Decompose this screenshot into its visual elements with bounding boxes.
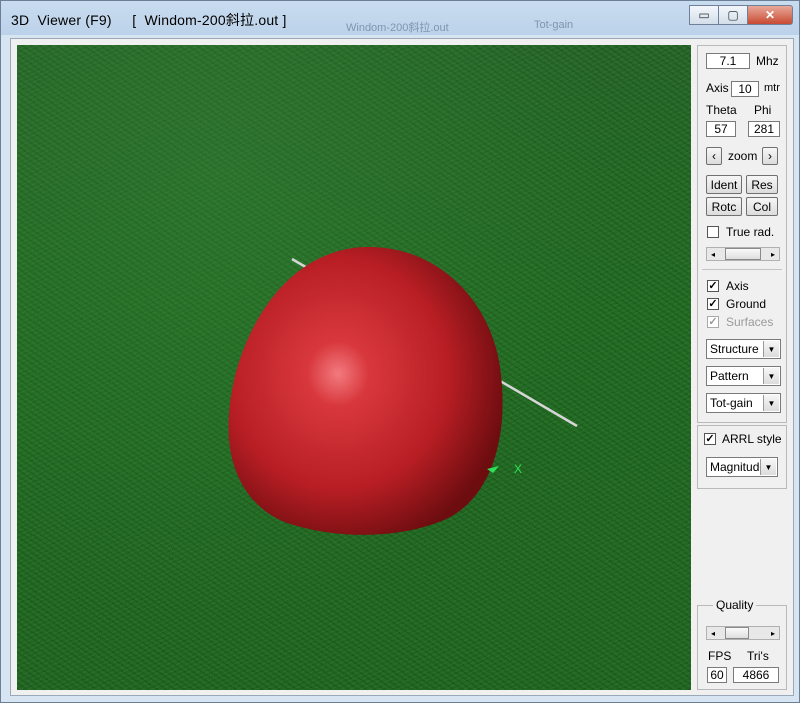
arrl-group: ✓ ARRL style Magnitude ▼ — [697, 425, 787, 489]
3d-scene: X — [17, 45, 691, 690]
scroll-right-icon[interactable]: ▸ — [767, 627, 779, 639]
true-rad-label: True rad. — [726, 225, 775, 239]
true-rad-checkbox[interactable] — [707, 226, 719, 238]
totgain-dropdown[interactable]: Tot-gain ▼ — [706, 393, 781, 413]
ground-check-label: Ground — [726, 297, 767, 311]
quality-slider[interactable]: ◂ ▸ — [706, 626, 780, 640]
quality-label: Quality — [713, 598, 757, 612]
structure-dropdown-value: Structure — [710, 342, 759, 356]
ident-button[interactable]: Ident — [706, 175, 742, 194]
arrl-style-label: ARRL style — [722, 432, 782, 446]
theta-label: Theta — [706, 103, 737, 117]
maximize-icon: ▢ — [727, 8, 739, 22]
phi-input[interactable]: 281 — [748, 121, 780, 137]
chevron-down-icon[interactable]: ▼ — [760, 459, 776, 475]
zoom-label: zoom — [728, 149, 758, 163]
axis-x-label: X — [514, 462, 522, 476]
zoom-in-button[interactable]: › — [762, 147, 778, 165]
background-window-title-2: Tot-gain — [534, 19, 574, 31]
quality-slider-thumb[interactable] — [725, 627, 749, 639]
res-button[interactable]: Res — [746, 175, 778, 194]
axis-checkbox[interactable]: ✓ — [707, 280, 719, 292]
view-settings-group: 7.1 Mhz Axis 10 mtr Theta Phi 57 281 ‹ z… — [697, 45, 787, 423]
magnitude-dropdown-value: Magnitude — [710, 460, 767, 474]
minimize-button[interactable]: ▭ — [689, 5, 719, 25]
theta-input[interactable]: 57 — [706, 121, 736, 137]
surfaces-checkbox[interactable]: ✓ — [707, 316, 719, 328]
viewer-window: 3D Viewer (F9) [ Windom-200斜拉.out ] Wind… — [0, 0, 800, 703]
chevron-down-icon[interactable]: ▼ — [763, 395, 779, 411]
scroll-right-icon[interactable]: ▸ — [767, 248, 779, 260]
scroll-left-icon[interactable]: ◂ — [707, 627, 719, 639]
col-button[interactable]: Col — [746, 197, 778, 216]
chevron-down-icon[interactable]: ▼ — [763, 341, 779, 357]
surfaces-check-label: Surfaces — [726, 315, 774, 329]
pattern-dropdown-value: Pattern — [710, 369, 749, 383]
divider — [702, 269, 782, 270]
3d-viewport[interactable]: X — [17, 45, 691, 690]
totgain-dropdown-value: Tot-gain — [710, 396, 753, 410]
axis-length-label: Axis — [706, 81, 729, 95]
tris-value: 4866 — [733, 667, 779, 683]
phi-label: Phi — [754, 103, 772, 117]
true-rad-scrollbar[interactable]: ◂ ▸ — [706, 247, 780, 261]
chevron-right-icon: › — [768, 149, 772, 163]
structure-dropdown[interactable]: Structure ▼ — [706, 339, 781, 359]
arrl-style-checkbox[interactable]: ✓ — [704, 433, 716, 445]
fps-value: 60 — [707, 667, 727, 683]
axis-length-input[interactable]: 10 — [731, 81, 759, 97]
frequency-input[interactable]: 7.1 — [706, 53, 750, 69]
ground-checkbox[interactable]: ✓ — [707, 298, 719, 310]
axis-check-label: Axis — [726, 279, 749, 293]
client-area: X 7.1 Mhz Axis 10 mtr Theta Phi 57 281 ‹… — [10, 38, 794, 696]
chevron-down-icon[interactable]: ▼ — [763, 368, 779, 384]
frequency-unit: Mhz — [756, 54, 779, 68]
background-window-title: Windom-200斜拉.out — [346, 22, 449, 34]
title-bar[interactable]: 3D Viewer (F9) [ Windom-200斜拉.out ] Wind… — [1, 1, 799, 37]
axis-length-unit: mtr — [764, 82, 780, 94]
fps-label: FPS — [708, 649, 732, 663]
tris-label: Tri's — [747, 649, 769, 663]
minimize-icon: ▭ — [698, 8, 710, 22]
scroll-left-icon[interactable]: ◂ — [707, 248, 719, 260]
quality-group: Quality ◂ ▸ FPS Tri's 60 4866 — [697, 598, 787, 690]
zoom-out-button[interactable]: ‹ — [706, 147, 722, 165]
close-icon: ✕ — [764, 8, 776, 22]
pattern-dropdown[interactable]: Pattern ▼ — [706, 366, 781, 386]
magnitude-dropdown[interactable]: Magnitude ▼ — [706, 457, 778, 477]
window-title: 3D Viewer (F9) [ Windom-200斜拉.out ] — [11, 12, 287, 28]
close-button[interactable]: ✕ — [747, 5, 793, 25]
control-panel: 7.1 Mhz Axis 10 mtr Theta Phi 57 281 ‹ z… — [697, 45, 787, 690]
chevron-left-icon: ‹ — [712, 149, 716, 163]
rotc-button[interactable]: Rotc — [706, 197, 742, 216]
maximize-button[interactable]: ▢ — [718, 5, 748, 25]
scrollbar-thumb[interactable] — [725, 248, 761, 260]
